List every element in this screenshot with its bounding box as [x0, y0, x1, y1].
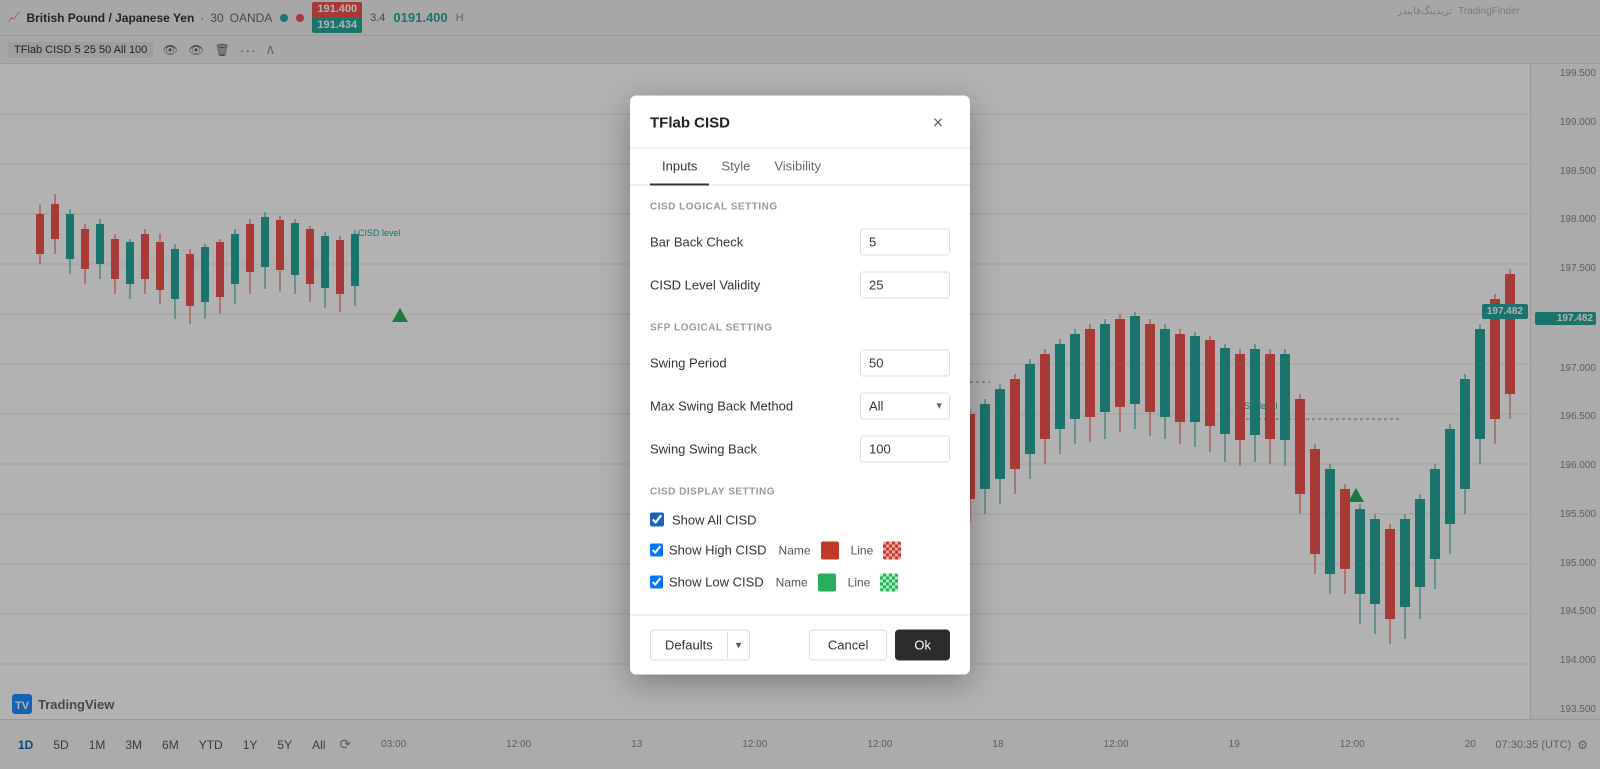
cancel-button[interactable]: Cancel [809, 629, 887, 660]
bar-back-check-input[interactable] [860, 228, 950, 255]
show-all-cisd-checkbox[interactable] [650, 513, 664, 527]
defaults-main-button[interactable]: Defaults [651, 630, 727, 659]
modal-dialog: TFlab CISD × Inputs Style Visibility CIS… [630, 95, 970, 674]
max-swing-back-select[interactable]: All 50 100 200 [860, 392, 950, 419]
show-low-cisd-row: Show Low CISD Name Line [650, 566, 950, 598]
show-high-cisd-label: Show High CISD [669, 543, 767, 558]
section-cisd-display: CISD DISPLAY SETTING [650, 470, 950, 505]
swing-period-label: Swing Period [650, 355, 727, 370]
show-low-cisd-checkbox[interactable] [650, 576, 663, 589]
modal-footer: Defaults ▾ Cancel Ok [630, 614, 970, 674]
bar-back-check-label: Bar Back Check [650, 234, 743, 249]
swing-swing-back-row: Swing Swing Back [650, 427, 950, 470]
show-high-cisd-row: Show High CISD Name Line [650, 534, 950, 566]
defaults-button-group: Defaults ▾ [650, 629, 750, 660]
show-high-cisd-checkbox[interactable] [650, 544, 663, 557]
low-color-solid[interactable] [818, 573, 836, 591]
max-swing-back-select-wrapper: All 50 100 200 [860, 392, 950, 419]
show-all-cisd-row: Show All CISD [650, 505, 950, 534]
swing-period-row: Swing Period [650, 341, 950, 384]
ok-button[interactable]: Ok [895, 629, 950, 660]
cisd-level-validity-label: CISD Level Validity [650, 277, 760, 292]
swing-swing-back-label: Swing Swing Back [650, 441, 757, 456]
low-line-label: Line [848, 575, 871, 589]
modal-header: TFlab CISD × [630, 95, 970, 148]
high-color-solid[interactable] [821, 541, 839, 559]
max-swing-back-label: Max Swing Back Method [650, 398, 793, 413]
low-color-pattern[interactable] [880, 573, 898, 591]
swing-swing-back-input[interactable] [860, 435, 950, 462]
modal-tabs: Inputs Style Visibility [630, 148, 970, 185]
modal-overlay[interactable]: TFlab CISD × Inputs Style Visibility CIS… [0, 0, 1600, 769]
modal-body: CISD LOGICAL SETTING Bar Back Check CISD… [630, 185, 970, 614]
cisd-level-validity-input[interactable] [860, 271, 950, 298]
bar-back-check-row: Bar Back Check [650, 220, 950, 263]
cisd-level-validity-row: CISD Level Validity [650, 263, 950, 306]
high-name-label: Name [779, 543, 811, 557]
section-sfp-logical: SFP LOGICAL SETTING [650, 306, 950, 341]
low-name-label: Name [776, 575, 808, 589]
footer-right-buttons: Cancel Ok [809, 629, 950, 660]
defaults-arrow-button[interactable]: ▾ [727, 631, 750, 658]
modal-close-button[interactable]: × [926, 111, 950, 135]
show-all-cisd-label: Show All CISD [672, 512, 757, 527]
section-cisd-logical: CISD LOGICAL SETTING [650, 185, 950, 220]
tab-style[interactable]: Style [709, 148, 762, 185]
show-low-cisd-label: Show Low CISD [669, 575, 764, 590]
high-color-pattern[interactable] [883, 541, 901, 559]
max-swing-back-row: Max Swing Back Method All 50 100 200 [650, 384, 950, 427]
tab-inputs[interactable]: Inputs [650, 148, 709, 185]
swing-period-input[interactable] [860, 349, 950, 376]
tab-visibility[interactable]: Visibility [762, 148, 833, 185]
modal-title: TFlab CISD [650, 115, 730, 132]
high-line-label: Line [851, 543, 874, 557]
